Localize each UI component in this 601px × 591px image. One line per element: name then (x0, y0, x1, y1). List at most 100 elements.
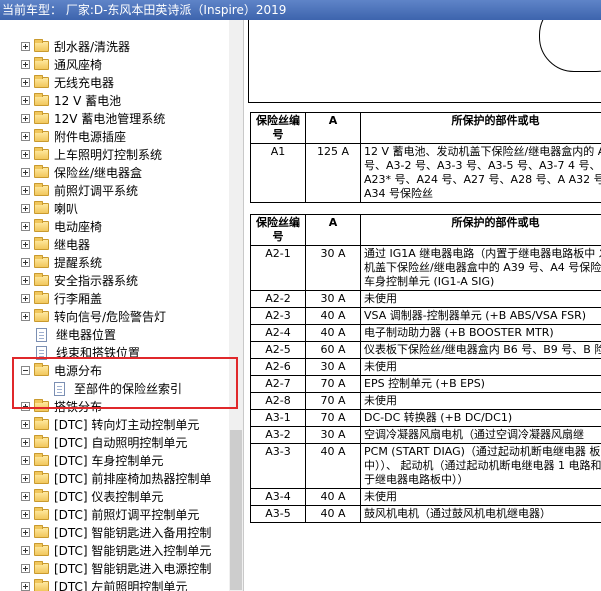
folder-icon (34, 183, 49, 196)
tree-item[interactable]: 12V 蓄电池管理系统 (0, 110, 229, 128)
folder-icon (34, 525, 49, 538)
fuse-number-cell: A2-8 (250, 392, 306, 410)
table-row: A2-1 30 A 通过 IG1A 继电器电路（内置于继电器电路板中 发动机盖下保险… (250, 245, 601, 291)
tree-item[interactable]: [DTC] 智能钥匙进入控制单元 (0, 542, 229, 560)
expand-icon[interactable] (21, 258, 30, 267)
tree-item[interactable]: 转向信号/危险警告灯 (0, 308, 229, 326)
tree-item[interactable]: 继电器 (0, 236, 229, 254)
collapse-icon[interactable] (21, 366, 30, 375)
table-row: A2-2 30 A 未使用 (250, 290, 601, 308)
tree-item[interactable]: [DTC] 转向灯主动控制单元 (0, 416, 229, 434)
description-cell: PCM (START DIAG)（通过起动机断电继电器 板中））、 起动机（通过… (360, 443, 601, 489)
tree-item-label: 刮水器/清洗器 (54, 40, 131, 54)
tree-item[interactable]: [DTC] 前照灯调平控制单元 (0, 506, 229, 524)
tree-item-label: 12V 蓄电池管理系统 (54, 112, 166, 126)
expand-icon[interactable] (21, 114, 30, 123)
tree-item[interactable]: 安全指示器系统 (0, 272, 229, 290)
description-cell: 仪表板下保险丝/继电器盒内 B6 号、B9 号、B 险丝 (360, 341, 601, 359)
tree-item[interactable]: 保险丝/继电器盒 (0, 164, 229, 182)
expand-icon[interactable] (21, 528, 30, 537)
expand-icon[interactable] (21, 492, 30, 501)
expand-icon[interactable] (21, 474, 30, 483)
expand-icon[interactable] (21, 60, 30, 69)
expand-icon[interactable] (21, 510, 30, 519)
expand-icon[interactable] (21, 582, 30, 591)
tree-item[interactable]: 继电器位置 (0, 326, 229, 344)
expand-icon[interactable] (21, 186, 30, 195)
header-protected-part: 所保护的部件或电 (360, 214, 601, 246)
tree-item[interactable]: [DTC] 左前照明控制单元 (0, 578, 229, 591)
tree-item-label: 搭铁分布 (54, 400, 103, 414)
tree-scrollbar-thumb[interactable] (230, 430, 242, 590)
expand-icon[interactable] (21, 96, 30, 105)
tree-item[interactable]: [DTC] 自动照明控制单元 (0, 434, 229, 452)
tree-item-label: 电动座椅 (54, 220, 103, 234)
description-cell: 电子制动助力器 (+B BOOSTER MTR) (360, 324, 601, 342)
tree-item-label: 继电器 (54, 238, 91, 252)
amperage-cell: 40 A (305, 324, 361, 342)
expand-icon[interactable] (21, 438, 30, 447)
tree-item-label: [DTC] 车身控制单元 (54, 454, 164, 468)
expand-icon[interactable] (21, 132, 30, 141)
tree-item[interactable]: 行李厢盖 (0, 290, 229, 308)
folder-icon (34, 75, 49, 88)
tree-item[interactable]: 前照灯调平系统 (0, 182, 229, 200)
expand-icon[interactable] (21, 420, 30, 429)
description-cell: 未使用 (360, 392, 601, 410)
tree-item[interactable]: [DTC] 智能钥匙进入电源控制 (0, 560, 229, 578)
tree-item-label: [DTC] 智能钥匙进入备用控制 (54, 526, 212, 540)
tree-item[interactable]: [DTC] 前排座椅加热器控制单 (0, 470, 229, 488)
expand-icon[interactable] (21, 240, 30, 249)
folder-icon (34, 273, 49, 286)
expand-icon[interactable] (21, 294, 30, 303)
tree-item[interactable]: 喇叭 (0, 200, 229, 218)
tree-item[interactable]: 无线充电器 (0, 74, 229, 92)
expand-icon[interactable] (21, 546, 30, 555)
expand-icon[interactable] (21, 456, 30, 465)
fuse-number-cell: A3-1 (250, 409, 306, 427)
table-row: A2-5 60 A 仪表板下保险丝/继电器盒内 B6 号、B9 号、B 险丝 (250, 341, 601, 359)
tree-item[interactable]: 通风座椅 (0, 56, 229, 74)
tree-item[interactable]: 提醒系统 (0, 254, 229, 272)
tree-item[interactable]: 至部件的保险丝索引 (0, 380, 229, 398)
tree-item[interactable]: 线束和搭铁位置 (0, 344, 229, 362)
expand-icon[interactable] (21, 150, 30, 159)
tree-item-label: 前照灯调平系统 (54, 184, 139, 198)
expand-icon[interactable] (21, 222, 30, 231)
amperage-cell: 30 A (305, 426, 361, 444)
expand-icon[interactable] (21, 168, 30, 177)
fuse-table-2: 保险丝编号 A 所保护的部件或电 A2-1 30 A 通过 IG1A 继电器电路（内… (250, 214, 601, 523)
tree-item[interactable]: [DTC] 智能钥匙进入备用控制 (0, 524, 229, 542)
expand-icon[interactable] (21, 42, 30, 51)
tree-item[interactable]: 附件电源插座 (0, 128, 229, 146)
fuse-number-cell: A2-6 (250, 358, 306, 376)
tree-item[interactable]: 电动座椅 (0, 218, 229, 236)
expand-icon[interactable] (21, 312, 30, 321)
tree-item[interactable]: 刮水器/清洗器 (0, 38, 229, 56)
tree-item-label: 喇叭 (54, 202, 79, 216)
tree-item[interactable]: 搭铁分布 (0, 398, 229, 416)
tree-scrollbar[interactable] (229, 20, 243, 591)
expand-icon[interactable] (21, 402, 30, 411)
folder-icon (34, 129, 49, 142)
tree-item[interactable]: 电源分布 (0, 362, 229, 380)
folder-icon (34, 255, 49, 268)
tree-item[interactable]: 上车照明灯控制系统 (0, 146, 229, 164)
fuse-number-cell: A3-5 (250, 505, 306, 523)
header-fuse-number: 保险丝编号 (250, 214, 306, 246)
expand-icon[interactable] (21, 276, 30, 285)
folder-icon (34, 111, 49, 124)
tree-item-label: [DTC] 转向灯主动控制单元 (54, 418, 200, 432)
expand-icon[interactable] (21, 78, 30, 87)
tree-item[interactable]: [DTC] 车身控制单元 (0, 452, 229, 470)
expand-icon[interactable] (21, 564, 30, 573)
fuse-number-cell: A3-2 (250, 426, 306, 444)
document-pane: 保险丝编号 A 所保护的部件或电 A1 125 A 12 V 蓄电池、发动机盖下保险… (244, 20, 601, 591)
tree-item[interactable]: 12 V 蓄电池 (0, 92, 229, 110)
tree-item[interactable]: [DTC] 仪表控制单元 (0, 488, 229, 506)
expand-icon[interactable] (21, 204, 30, 213)
folder-icon (34, 579, 49, 591)
description-cell: DC-DC 转换器 (+B DC/DC1) (360, 409, 601, 427)
folder-icon (34, 399, 49, 412)
amperage-cell: 40 A (305, 443, 361, 489)
